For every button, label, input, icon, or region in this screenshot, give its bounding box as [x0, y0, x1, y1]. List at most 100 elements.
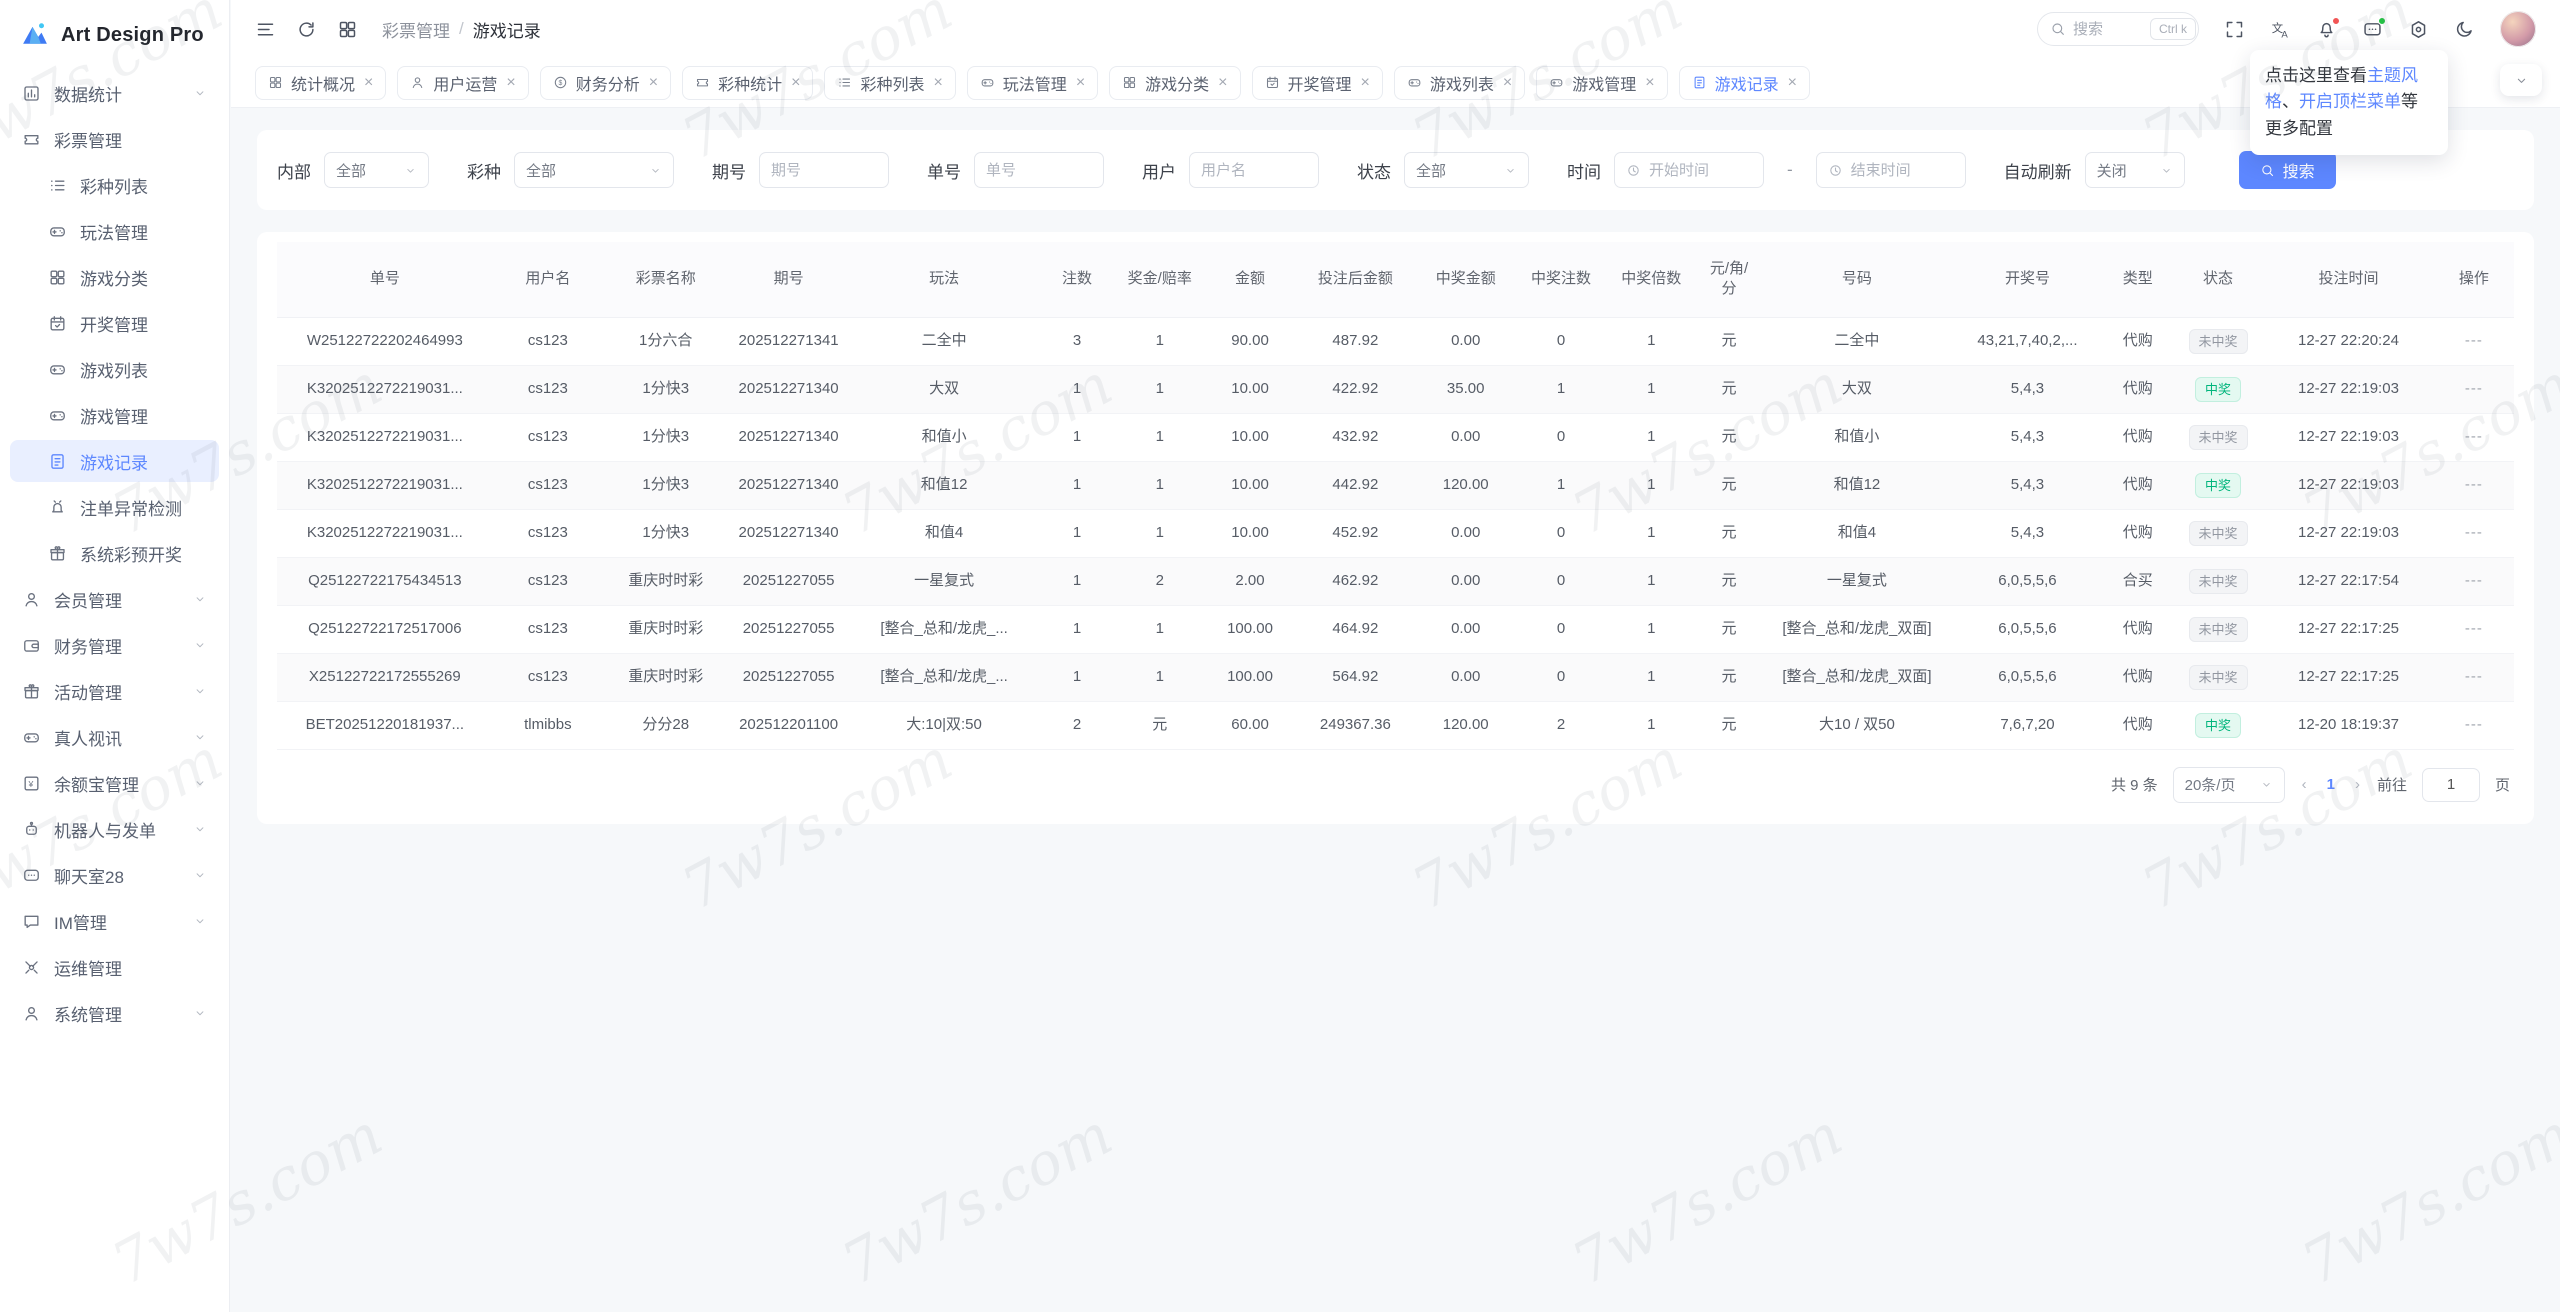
page-size-select[interactable]: 20条/页	[2172, 766, 2285, 803]
filter-input[interactable]	[986, 161, 1092, 179]
cell-actions[interactable]: ---	[2433, 317, 2514, 366]
search-button[interactable]: 搜索	[2238, 151, 2336, 189]
filter-date-input[interactable]	[1614, 152, 1764, 188]
filter-input[interactable]	[771, 161, 877, 179]
global-search[interactable]: Ctrl k	[2037, 12, 2199, 46]
sidebar-item[interactable]: 运维管理	[10, 946, 219, 988]
translate-icon[interactable]: 文A	[2270, 19, 2291, 40]
filter-label: 内部	[277, 162, 311, 182]
sidebar-item[interactable]: 会员管理	[10, 578, 219, 620]
tab-chip[interactable]: 开奖管理 ×	[1251, 65, 1383, 100]
tab-close-icon[interactable]: ×	[364, 74, 373, 92]
tab-close-icon[interactable]: ×	[1503, 74, 1512, 92]
sidebar-item[interactable]: IM管理	[10, 900, 219, 942]
tab-chip[interactable]: 彩种列表 ×	[824, 65, 956, 100]
sidebar-item[interactable]: 游戏列表	[10, 348, 219, 390]
fullscreen-icon[interactable]	[2224, 19, 2245, 40]
next-page-button[interactable]: ›	[2353, 776, 2362, 793]
cell-actions[interactable]: ---	[2433, 461, 2514, 510]
tab-close-icon[interactable]: ×	[649, 74, 658, 92]
cell: 10.00	[1204, 509, 1296, 558]
filter-text-input[interactable]	[759, 152, 889, 188]
apps-grid-icon[interactable]	[337, 19, 358, 40]
logo: Art Design Pro	[0, 0, 229, 66]
tab-chip[interactable]: 游戏管理 ×	[1536, 65, 1668, 100]
user-avatar[interactable]	[2500, 11, 2536, 47]
sidebar-item[interactable]: 游戏分类	[10, 256, 219, 298]
cell-actions[interactable]: ---	[2433, 365, 2514, 414]
tab-close-icon[interactable]: ×	[1076, 74, 1085, 92]
tab-close-icon[interactable]: ×	[1361, 74, 1370, 92]
tab-close-icon[interactable]: ×	[506, 74, 515, 92]
filter-input[interactable]	[1201, 161, 1307, 179]
cell-actions[interactable]: ---	[2433, 653, 2514, 702]
cell: 432.92	[1295, 413, 1416, 462]
breadcrumb-parent[interactable]: 彩票管理	[382, 17, 450, 42]
tab-chip[interactable]: 游戏分类 ×	[1109, 65, 1241, 100]
topbar-menu-link[interactable]: 开启顶栏菜单	[2299, 92, 2401, 111]
filter-input[interactable]	[1850, 161, 1954, 179]
filter-select[interactable]: 全部	[324, 152, 429, 188]
sidebar-item[interactable]: 真人视讯	[10, 716, 219, 758]
sidebar-item[interactable]: 游戏记录	[10, 440, 219, 482]
sidebar-item[interactable]: ¥ 余额宝管理	[10, 762, 219, 804]
collapse-menu-icon[interactable]	[255, 19, 276, 40]
cell-actions[interactable]: ---	[2433, 509, 2514, 558]
sidebar-item[interactable]: 游戏管理	[10, 394, 219, 436]
filter-input[interactable]	[1649, 161, 1752, 179]
sidebar-item[interactable]: 彩种列表	[10, 164, 219, 206]
breadcrumb-current: 游戏记录	[472, 21, 541, 41]
chevron-down-icon	[193, 86, 207, 100]
sidebar-item[interactable]: 彩票管理	[10, 118, 219, 160]
notifications-bell-icon[interactable]	[2316, 16, 2340, 40]
cell-actions[interactable]: ---	[2433, 413, 2514, 462]
header-collapse-button[interactable]	[2500, 64, 2542, 96]
tab-chip[interactable]: 游戏列表 ×	[1393, 65, 1526, 100]
tab-chip[interactable]: $ 财务分析 ×	[539, 65, 672, 100]
refresh-icon[interactable]	[296, 19, 317, 40]
prev-page-button[interactable]: ‹	[2300, 776, 2309, 793]
filter-text-input[interactable]	[974, 152, 1104, 188]
sidebar-item[interactable]: 注单异常检测	[10, 486, 219, 528]
tab-close-icon[interactable]: ×	[1218, 74, 1227, 92]
sidebar-item[interactable]: 开奖管理	[10, 302, 219, 344]
cell-actions[interactable]: ---	[2433, 701, 2514, 750]
daterange-separator: -	[1787, 160, 1793, 179]
page-unit-label: 页	[2494, 777, 2510, 794]
tab-close-icon[interactable]: ×	[1645, 74, 1654, 92]
column-header: 状态	[2172, 242, 2264, 318]
tab-chip[interactable]: 玩法管理 ×	[966, 65, 1099, 100]
settings-gear-icon[interactable]	[2408, 19, 2429, 40]
current-page-number[interactable]: 1	[2324, 776, 2338, 793]
filter-select[interactable]: 全部	[514, 152, 674, 188]
chat-status-icon[interactable]	[2362, 16, 2386, 40]
dark-mode-moon-icon[interactable]	[2454, 19, 2475, 40]
filter-select[interactable]: 全部	[1404, 152, 1529, 188]
cell: 0	[1515, 653, 1607, 702]
tab-close-icon[interactable]: ×	[933, 74, 942, 92]
cell-actions[interactable]: ---	[2433, 557, 2514, 606]
sidebar-item[interactable]: 系统彩预开奖	[10, 532, 219, 574]
sidebar-item[interactable]: 活动管理	[10, 670, 219, 712]
cell: 重庆时时彩	[603, 557, 729, 606]
goto-page-input[interactable]	[2421, 767, 2480, 802]
sidebar-item[interactable]: 聊天室28	[10, 854, 219, 896]
filter-date-input[interactable]	[1815, 152, 1966, 188]
sidebar-item[interactable]: 玩法管理	[10, 210, 219, 252]
tab-close-icon[interactable]: ×	[1788, 74, 1797, 92]
tab-chip[interactable]: 游戏记录 ×	[1678, 65, 1810, 100]
sidebar-item[interactable]: 数据统计	[10, 72, 219, 114]
tab-close-icon[interactable]: ×	[791, 74, 800, 92]
cell: 5,4,3	[1952, 365, 2103, 414]
search-input[interactable]	[2073, 20, 2143, 38]
sidebar-item[interactable]: 财务管理	[10, 624, 219, 666]
sidebar-item[interactable]: 机器人与发单	[10, 808, 219, 850]
tab-chip[interactable]: 统计概况 ×	[255, 65, 387, 100]
cell-actions[interactable]: ---	[2433, 605, 2514, 654]
tab-chip[interactable]: 彩种统计 ×	[682, 65, 814, 100]
sidebar-item[interactable]: 系统管理	[10, 992, 219, 1034]
tab-chip[interactable]: 用户运营 ×	[397, 65, 529, 100]
filter-select[interactable]: 关闭	[2084, 152, 2185, 188]
filter-text-input[interactable]	[1189, 152, 1319, 188]
svg-text:$: $	[558, 80, 562, 87]
